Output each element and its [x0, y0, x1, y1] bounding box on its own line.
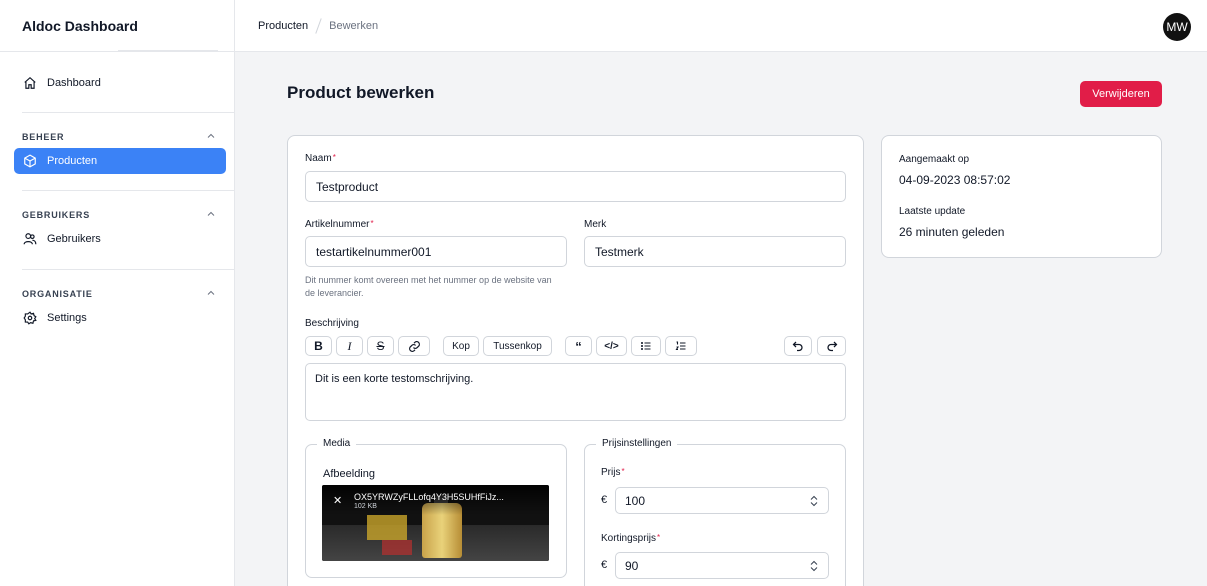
bullet-list-icon: [640, 341, 651, 351]
heading-button[interactable]: Kop: [443, 336, 479, 356]
name-input[interactable]: Testproduct: [305, 171, 846, 202]
currency-symbol: €: [601, 559, 608, 571]
strikethrough-button[interactable]: S: [367, 336, 394, 356]
bullet-list-button[interactable]: [631, 336, 661, 356]
ordered-list-icon: [675, 341, 686, 351]
subheading-button[interactable]: Tussenkop: [483, 336, 552, 356]
article-number-hint: Dit nummer komt overeen met het nummer o…: [305, 275, 552, 298]
link-button[interactable]: [398, 336, 430, 356]
sidebar-item-label: Dashboard: [47, 77, 101, 89]
sidebar-item-settings[interactable]: Settings: [14, 305, 226, 331]
remove-image-icon[interactable]: ✕: [333, 494, 342, 507]
section-label-organisatie: ORGANISATIE: [22, 289, 93, 299]
redo-button[interactable]: [817, 336, 846, 356]
discount-price-value: 90: [625, 558, 639, 573]
chevron-up-icon[interactable]: [206, 131, 216, 141]
brand-input[interactable]: Testmerk: [584, 236, 846, 267]
updated-value: 26 minuten geleden: [899, 225, 1005, 239]
section-label-beheer: BEHEER: [22, 132, 65, 142]
divider: [22, 190, 235, 191]
brand-label: Merk: [584, 219, 607, 230]
sidebar: Aldoc Dashboard Dashboard BEHEER Product…: [0, 0, 235, 586]
page-title: Product bewerken: [287, 83, 435, 102]
link-icon: [408, 340, 420, 352]
gear-icon: [23, 311, 37, 325]
image-detail: [382, 540, 412, 555]
quote-button[interactable]: “: [565, 336, 592, 356]
bold-button[interactable]: B: [305, 336, 332, 356]
delete-button[interactable]: Verwijderen: [1080, 81, 1162, 107]
image-file-size: 102 KB: [354, 503, 377, 510]
cube-icon: [23, 154, 37, 168]
italic-button[interactable]: I: [336, 336, 363, 356]
image-label: Afbeelding: [323, 468, 375, 480]
home-icon: [23, 76, 37, 90]
bold-icon: B: [314, 339, 323, 353]
sidebar-item-label: Settings: [47, 312, 87, 324]
image-file-name: OX5YRWZyFLLofq4Y3H5SUHfFiJz...: [354, 492, 504, 502]
sidebar-item-label: Gebruikers: [47, 233, 101, 245]
updated-label: Laatste update: [899, 206, 966, 217]
price-label: Prijs*: [601, 467, 625, 478]
strikethrough-icon: S: [376, 339, 385, 353]
breadcrumb: Producten Bewerken: [258, 17, 379, 34]
breadcrumb-separator: [315, 17, 322, 34]
users-icon: [23, 232, 37, 246]
sidebar-item-producten[interactable]: Producten: [14, 148, 226, 174]
breadcrumb-bewerken: Bewerken: [329, 19, 379, 32]
quote-icon: “: [575, 338, 582, 354]
code-button[interactable]: </>: [596, 336, 627, 356]
breadcrumb-producten[interactable]: Producten: [258, 20, 308, 32]
divider: [22, 269, 235, 270]
currency-symbol: €: [601, 494, 608, 506]
undo-icon: [792, 341, 803, 352]
topbar: Producten Bewerken MW: [235, 0, 1207, 52]
divider: [22, 112, 235, 113]
image-preview[interactable]: ✕ OX5YRWZyFLLofq4Y3H5SUHfFiJz... 102 KB: [322, 485, 549, 561]
brand-underline: [118, 50, 218, 52]
chevron-up-icon[interactable]: [206, 288, 216, 298]
price-value: 100: [625, 493, 646, 508]
ordered-list-button[interactable]: [665, 336, 697, 356]
section-label-gebruikers: GEBRUIKERS: [22, 210, 91, 220]
sidebar-item-gebruikers[interactable]: Gebruikers: [14, 226, 226, 252]
sidebar-item-label: Producten: [47, 155, 98, 167]
image-detail: [367, 515, 407, 540]
created-value: 04-09-2023 08:57:02: [899, 173, 1011, 187]
article-number-input[interactable]: testartikelnummer001: [305, 236, 567, 267]
name-label: Naam*: [305, 153, 336, 164]
stepper-icon[interactable]: [809, 560, 819, 572]
media-legend: Media: [317, 438, 357, 449]
avatar[interactable]: MW: [1163, 13, 1191, 41]
undo-button[interactable]: [784, 336, 812, 356]
italic-icon: I: [347, 338, 352, 353]
pricing-legend: Prijsinstellingen: [596, 438, 678, 449]
sidebar-item-dashboard[interactable]: Dashboard: [14, 70, 226, 96]
description-editor[interactable]: Dit is een korte testomschrijving.: [305, 363, 846, 421]
created-label: Aangemaakt op: [899, 154, 970, 165]
stepper-icon[interactable]: [809, 495, 819, 507]
app-title: Aldoc Dashboard: [0, 0, 234, 52]
discount-price-label: Kortingsprijs*: [601, 533, 661, 544]
price-input[interactable]: 100: [615, 487, 829, 514]
discount-price-input[interactable]: 90: [615, 552, 829, 579]
description-label: Beschrijving: [305, 318, 359, 329]
redo-icon: [826, 341, 837, 352]
code-icon: </>: [604, 340, 619, 352]
chevron-up-icon[interactable]: [206, 209, 216, 219]
article-number-label: Artikelnummer*: [305, 219, 374, 230]
